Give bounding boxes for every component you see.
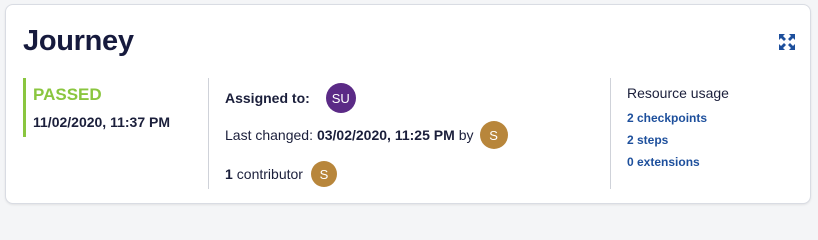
status-block: PASSED 11/02/2020, 11:37 PM (23, 78, 170, 137)
assigned-row: Assigned to: SU (225, 83, 356, 113)
by-label: by (458, 127, 474, 143)
last-changed-value: 03/02/2020, 11:25 PM (316, 127, 455, 143)
changer-avatar[interactable]: S (479, 121, 508, 149)
assigned-label: Assigned to: (225, 90, 310, 106)
steps-link[interactable]: 2 steps (627, 133, 729, 147)
contributor-avatar[interactable]: S (310, 161, 337, 187)
contributors-row: 1 contributor S (225, 161, 337, 187)
divider-right (610, 78, 611, 189)
journey-card: Journey PASSED 11/02/2020, 11:37 PM Assi… (5, 4, 811, 204)
contributor-label: contributor (236, 166, 303, 182)
last-changed-row: Last changed: 03/02/2020, 11:25 PM by S (225, 121, 508, 149)
last-changed-label: Last changed: (225, 127, 313, 143)
status-label: PASSED (33, 85, 102, 104)
divider-left (208, 78, 209, 189)
resource-usage: Resource usage 2 checkpoints 2 steps 0 e… (627, 85, 729, 169)
status-timestamp: 11/02/2020, 11:37 PM (33, 114, 170, 130)
extensions-link[interactable]: 0 extensions (627, 155, 729, 169)
expand-icon[interactable] (778, 33, 796, 51)
card-title: Journey (23, 25, 134, 57)
checkpoints-link[interactable]: 2 checkpoints (627, 111, 729, 125)
contributor-count: 1 (225, 166, 233, 182)
assignee-avatar[interactable]: SU (325, 83, 356, 113)
resource-usage-title: Resource usage (627, 85, 729, 101)
